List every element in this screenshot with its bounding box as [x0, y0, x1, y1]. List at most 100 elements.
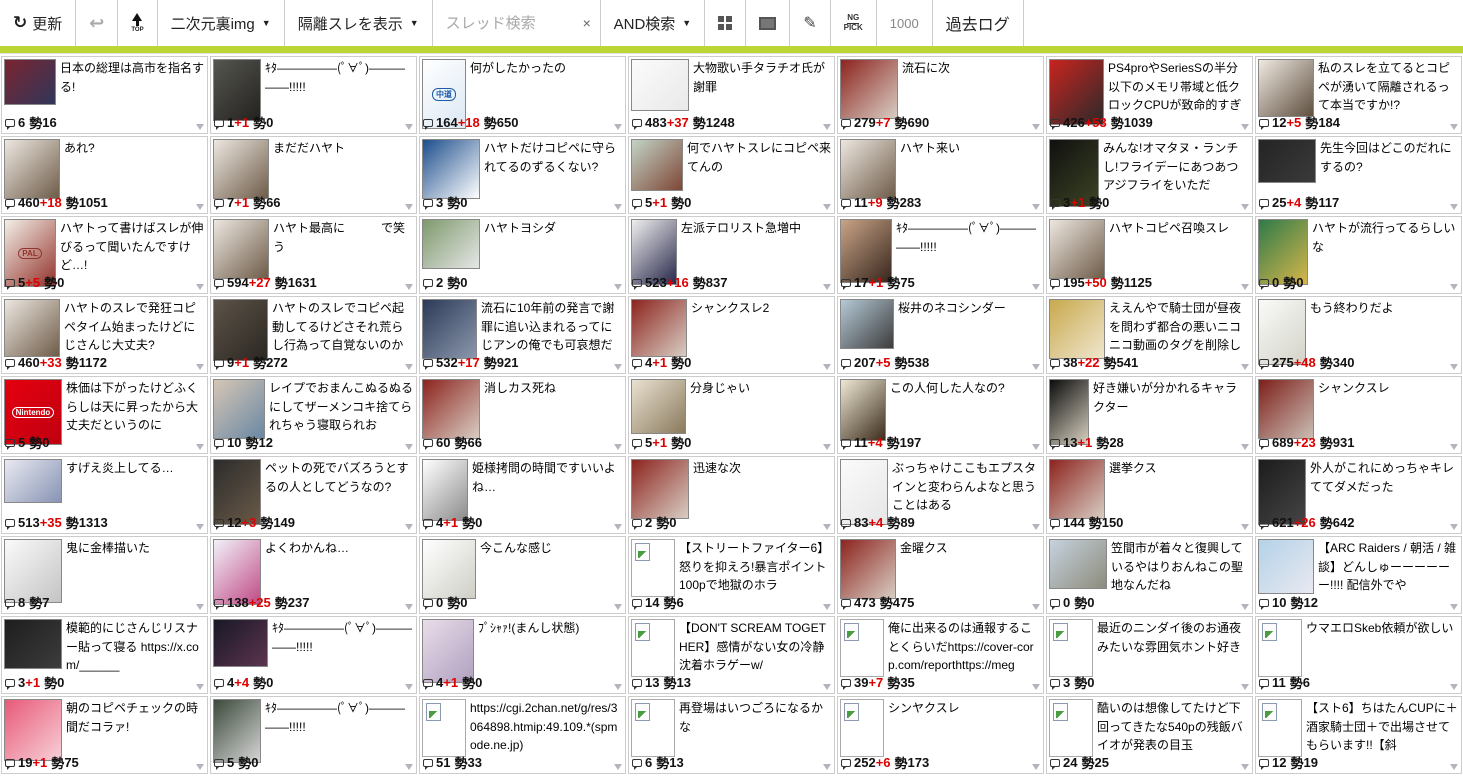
thread-thumbnail[interactable] — [631, 619, 675, 677]
thread-thumbnail[interactable] — [422, 459, 468, 521]
board-select-dropdown[interactable]: 二次元裏img ▼ — [158, 0, 285, 46]
thread-card[interactable]: https://cgi.2chan.net/g/res/3064898.htmi… — [419, 696, 626, 774]
expand-triangle-icon[interactable] — [823, 124, 831, 130]
thread-card[interactable]: 大物歌い手タラチオ氏が謝罪 483 +37 勢 1248 — [628, 56, 835, 134]
expand-triangle-icon[interactable] — [1032, 284, 1040, 290]
expand-triangle-icon[interactable] — [1032, 444, 1040, 450]
thread-thumbnail[interactable] — [1049, 219, 1105, 279]
expand-triangle-icon[interactable] — [614, 444, 622, 450]
thread-card[interactable]: 金曜クス 473 勢 475 — [837, 536, 1044, 614]
thread-card[interactable]: ハヤトが流行ってるらしいな 0 勢 0 — [1255, 216, 1462, 294]
thread-thumbnail[interactable] — [631, 299, 687, 357]
expand-triangle-icon[interactable] — [1032, 364, 1040, 370]
expand-triangle-icon[interactable] — [823, 364, 831, 370]
thread-thumbnail[interactable] — [840, 299, 894, 349]
archive-log-button[interactable]: 過去ログ — [933, 0, 1024, 46]
thread-thumbnail[interactable] — [213, 299, 268, 361]
thread-card[interactable]: ハヤト来い 11 +9 勢 283 — [837, 136, 1044, 214]
expand-triangle-icon[interactable] — [614, 764, 622, 770]
thread-card[interactable]: 桜井のネコシンダー 207 +5 勢 538 — [837, 296, 1044, 374]
thread-thumbnail[interactable] — [1049, 699, 1093, 757]
thread-card[interactable]: 再登場はいつごろになるかな 6 勢 13 — [628, 696, 835, 774]
thread-thumbnail[interactable] — [1258, 59, 1314, 117]
thread-card[interactable]: 流石に10年前の発言で謝罪に追い込まれるってにじアンの俺でも可哀想だ 532 +… — [419, 296, 626, 374]
thread-card[interactable]: PS4proやSeriesSの半分以下のメモリ帯域と低クロックCPUが致命的すぎ… — [1046, 56, 1253, 134]
thread-thumbnail[interactable] — [631, 379, 686, 434]
thread-card[interactable]: 【ARC Raiders / 朝活 / 雑談】どんしゅーーーーーー!!!! 配信… — [1255, 536, 1462, 614]
thread-card[interactable]: 流石に次 279 +7 勢 690 — [837, 56, 1044, 134]
scroll-top-button[interactable]: TOP — [118, 0, 157, 46]
thread-thumbnail[interactable] — [422, 299, 477, 359]
thread-thumbnail[interactable] — [631, 699, 675, 757]
thread-card[interactable]: PAL ハヤトって書けばスレが伸びるって聞いたんですけど…! 5 +5 勢 0 — [1, 216, 208, 294]
expand-triangle-icon[interactable] — [405, 204, 413, 210]
expand-triangle-icon[interactable] — [196, 364, 204, 370]
thread-card[interactable]: Nintendo 株価は下がったけどふくらしは天に昇ったから大丈夫だというのに … — [1, 376, 208, 454]
thread-thumbnail[interactable] — [1258, 139, 1316, 183]
thread-card[interactable]: 俺に出来るのは通報することくらいだhttps://cover-corp.com/… — [837, 616, 1044, 694]
thread-thumbnail[interactable] — [1258, 379, 1314, 439]
expand-triangle-icon[interactable] — [1241, 524, 1249, 530]
expand-triangle-icon[interactable] — [1032, 124, 1040, 130]
expand-triangle-icon[interactable] — [405, 284, 413, 290]
thread-card[interactable]: ペットの死でバズろうとするの人としてどうなの? 12 +3 勢 149 — [210, 456, 417, 534]
thread-thumbnail[interactable] — [840, 139, 896, 199]
expand-triangle-icon[interactable] — [823, 684, 831, 690]
thread-card[interactable]: ﾌﾟｼｬｧ!(まんし状態) 4 +1 勢 0 — [419, 616, 626, 694]
thread-card[interactable]: すげえ炎上してる… 513 +35 勢 1313 — [1, 456, 208, 534]
thread-thumbnail[interactable] — [213, 59, 261, 121]
thread-thumbnail[interactable] — [213, 379, 265, 439]
expand-triangle-icon[interactable] — [1032, 204, 1040, 210]
thread-card[interactable]: シャンクスレ 689 +23 勢 931 — [1255, 376, 1462, 454]
thread-card[interactable]: 中道 何がしたかったの 164 +18 勢 650 — [419, 56, 626, 134]
expand-triangle-icon[interactable] — [1241, 284, 1249, 290]
expand-triangle-icon[interactable] — [1450, 204, 1458, 210]
expand-triangle-icon[interactable] — [823, 204, 831, 210]
expand-triangle-icon[interactable] — [196, 764, 204, 770]
expand-triangle-icon[interactable] — [614, 204, 622, 210]
expand-triangle-icon[interactable] — [196, 124, 204, 130]
thread-card[interactable]: ええんやで騎士団が昼夜を問わず都合の悪いニコニコ動画のタグを削除し 38 +22… — [1046, 296, 1253, 374]
expand-triangle-icon[interactable] — [196, 204, 204, 210]
expand-triangle-icon[interactable] — [823, 604, 831, 610]
expand-triangle-icon[interactable] — [405, 684, 413, 690]
thread-card[interactable]: ｷﾀ―――――(ﾟ∀ﾟ)―――――!!!!! 1 +1 勢 0 — [210, 56, 417, 134]
thread-card[interactable]: ハヤトのスレで発狂コピペタイム始まったけどにじさんじ大丈夫? 460 +33 勢… — [1, 296, 208, 374]
expand-triangle-icon[interactable] — [196, 684, 204, 690]
thread-thumbnail[interactable] — [840, 379, 886, 441]
expand-triangle-icon[interactable] — [196, 284, 204, 290]
thread-card[interactable]: 最近のニンダイ後のお通夜みたいな雰囲気ホント好き 3 勢 0 — [1046, 616, 1253, 694]
expand-triangle-icon[interactable] — [1450, 524, 1458, 530]
expand-triangle-icon[interactable] — [405, 444, 413, 450]
expand-triangle-icon[interactable] — [1241, 364, 1249, 370]
thread-thumbnail[interactable] — [422, 219, 480, 269]
thread-card[interactable]: みんな!オマタヌ・ランチし!フライデーにあつあつアジフライをいただ 3 +1 勢… — [1046, 136, 1253, 214]
thread-thumbnail[interactable] — [840, 539, 896, 599]
thread-thumbnail[interactable] — [1049, 619, 1093, 677]
expand-triangle-icon[interactable] — [196, 444, 204, 450]
thread-thumbnail[interactable] — [4, 59, 56, 105]
thread-card[interactable]: 今こんな感じ 0 勢 0 — [419, 536, 626, 614]
expand-triangle-icon[interactable] — [1450, 444, 1458, 450]
expand-triangle-icon[interactable] — [405, 124, 413, 130]
thread-card[interactable]: ハヤトだけコピペに守られてるのずるくない? 3 勢 0 — [419, 136, 626, 214]
thread-thumbnail[interactable] — [4, 699, 62, 761]
thread-card[interactable]: 【ストリートファイター6】怒りを抑えろ!暴言ポイント100pで地獄のホラ 14 … — [628, 536, 835, 614]
thread-thumbnail[interactable] — [631, 459, 689, 519]
expand-triangle-icon[interactable] — [614, 284, 622, 290]
thread-card[interactable]: 酷いのは想像してたけど下回ってきたな540pの残飯バイオが発表の目玉 24 勢 … — [1046, 696, 1253, 774]
refresh-button[interactable]: ↻ 更新 — [0, 0, 76, 46]
grid-view-button[interactable] — [705, 0, 746, 46]
expand-triangle-icon[interactable] — [1241, 204, 1249, 210]
thread-thumbnail[interactable] — [1049, 539, 1107, 589]
thread-card[interactable]: 模範的にじさんじリスナー貼って寝る https://x.com/______ 3… — [1, 616, 208, 694]
expand-triangle-icon[interactable] — [823, 284, 831, 290]
thread-thumbnail[interactable] — [4, 139, 60, 199]
thread-thumbnail[interactable] — [840, 619, 884, 677]
expand-triangle-icon[interactable] — [1450, 604, 1458, 610]
expand-triangle-icon[interactable] — [1032, 684, 1040, 690]
thread-thumbnail[interactable] — [4, 299, 60, 357]
thread-card[interactable]: ハヤト最高に で笑う 594 +27 勢 1631 — [210, 216, 417, 294]
expand-triangle-icon[interactable] — [1450, 684, 1458, 690]
expand-triangle-icon[interactable] — [1450, 364, 1458, 370]
